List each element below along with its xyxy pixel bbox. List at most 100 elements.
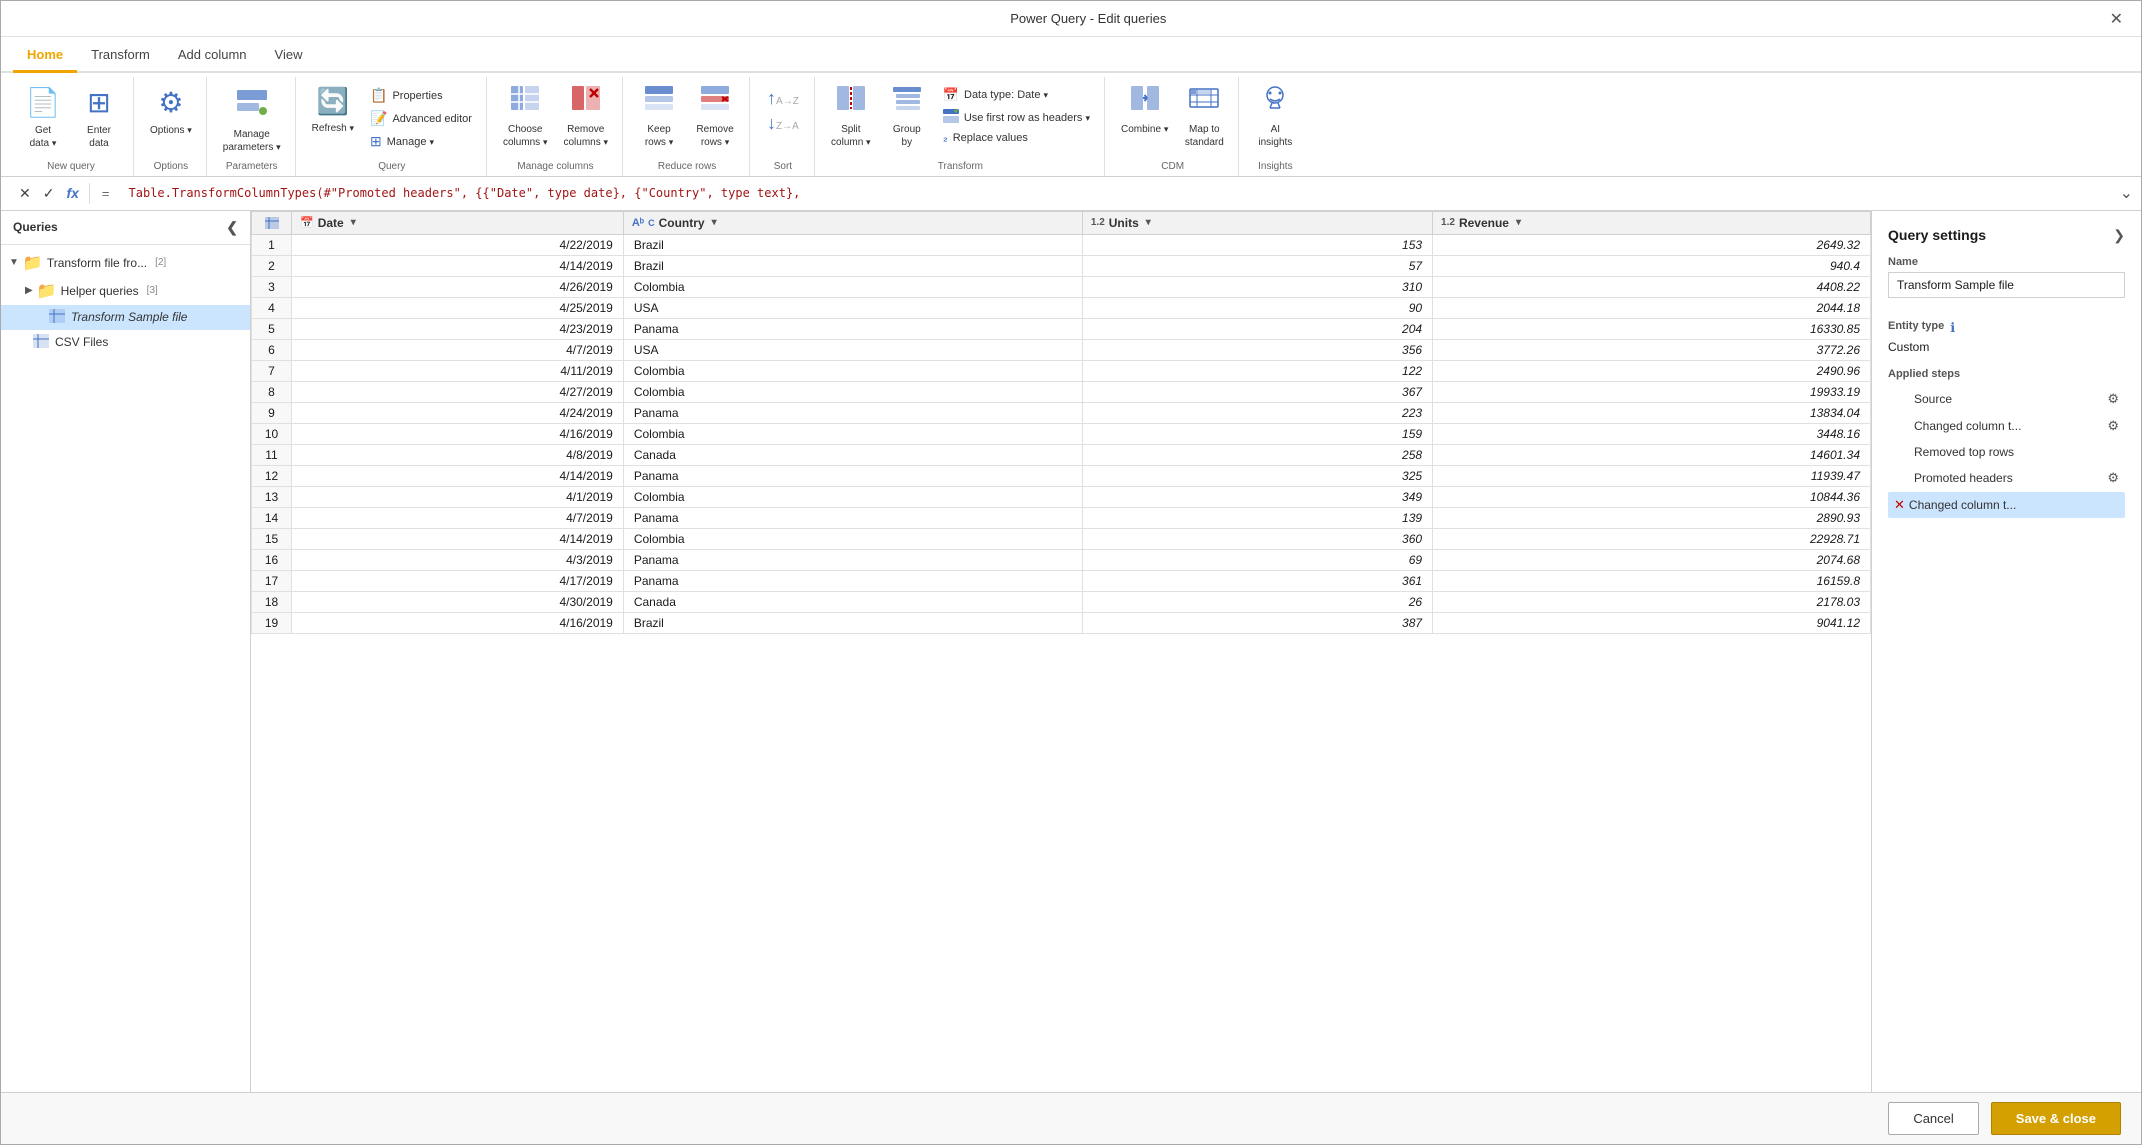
properties-button[interactable]: 📋 Properties <box>364 85 478 106</box>
sort-group-label: Sort <box>752 161 814 172</box>
keep-rows-label: Keeprows ▾ <box>645 123 673 149</box>
formula-fx-icon[interactable]: fx <box>62 183 82 203</box>
ribbon-items-new-query: 📄 Getdata ▾ ⊞ Enterdata <box>17 81 125 158</box>
table-row: 2 4/14/2019 Brazil 57 940.4 <box>252 255 1871 276</box>
cell-units: 356 <box>1082 339 1432 360</box>
ribbon-group-cdm: Combine ▾ Map tosta <box>1107 77 1239 176</box>
data-type-button[interactable]: 📅 Data type: Date ▾ <box>937 85 1096 105</box>
col-header-date[interactable]: 📅 Date ▾ <box>292 211 624 234</box>
step-item-removed-top[interactable]: Removed top rows <box>1888 440 2125 464</box>
cell-revenue: 2890.93 <box>1433 507 1871 528</box>
tab-transform[interactable]: Transform <box>77 41 164 73</box>
country-filter-icon[interactable]: ▾ <box>709 216 720 229</box>
table-row: 8 4/27/2019 Colombia 367 19933.19 <box>252 381 1871 402</box>
settings-expand-icon[interactable]: ❯ <box>2113 227 2125 244</box>
name-input[interactable] <box>1888 272 2125 298</box>
col-header-country[interactable]: Aᵇ C Country ▾ <box>623 211 1082 234</box>
date-filter-icon[interactable]: ▾ <box>348 216 359 229</box>
info-icon[interactable]: ℹ <box>1950 320 1955 336</box>
advanced-editor-label: Advanced editor <box>392 113 472 125</box>
step-item-promoted-headers[interactable]: Promoted headers ⚙ <box>1888 465 2125 491</box>
col-header-units[interactable]: 1.2 Units ▾ <box>1082 211 1432 234</box>
query-transform-sample[interactable]: Transform Sample file <box>1 305 250 330</box>
combine-button[interactable]: Combine ▾ <box>1115 81 1174 140</box>
formula-confirm-icon[interactable]: ✓ <box>39 183 59 204</box>
cell-units: 367 <box>1082 381 1432 402</box>
get-data-button[interactable]: 📄 Getdata ▾ <box>17 81 69 154</box>
refresh-button[interactable]: 🔄 Refresh ▾ <box>306 81 360 159</box>
row-number: 8 <box>252 381 292 402</box>
replace-values-button[interactable]: ₂ Replace values <box>937 130 1096 146</box>
cell-revenue: 3448.16 <box>1433 423 1871 444</box>
formula-expand-icon[interactable]: ⌄ <box>2120 183 2133 203</box>
step-gear-promoted-headers[interactable]: ⚙ <box>2107 470 2119 486</box>
table-row: 18 4/30/2019 Canada 26 2178.03 <box>252 591 1871 612</box>
save-close-button[interactable]: Save & close <box>1991 1102 2121 1135</box>
queries-collapse-icon[interactable]: ❮ <box>226 219 238 236</box>
row-number: 5 <box>252 318 292 339</box>
data-type-label: Data type: Date ▾ <box>964 89 1048 101</box>
query-csv-files[interactable]: CSV Files <box>1 330 250 355</box>
map-to-standard-button[interactable]: Map tostandard <box>1178 81 1230 153</box>
manage-params-button[interactable]: Manageparameters ▾ <box>217 81 287 158</box>
row-number: 11 <box>252 444 292 465</box>
main-content: Queries ❮ ▼ 📁 Transform file fro... [2] … <box>1 211 2141 1092</box>
manage-button[interactable]: ⊞ Manage ▾ <box>364 131 478 152</box>
sort-buttons: ↑A→Z ↓Z→A <box>760 81 806 141</box>
cell-units: 387 <box>1082 612 1432 633</box>
units-filter-icon[interactable]: ▾ <box>1143 216 1154 229</box>
col-header-revenue[interactable]: 1.2 Revenue ▾ <box>1433 211 1871 234</box>
entity-type-value: Custom <box>1888 340 2125 354</box>
cell-date: 4/14/2019 <box>292 528 624 549</box>
ai-insights-button[interactable]: AIinsights <box>1249 81 1301 153</box>
step-item-source[interactable]: Source ⚙ <box>1888 386 2125 412</box>
keep-rows-button[interactable]: Keeprows ▾ <box>633 81 685 153</box>
step-label-source: Source <box>1914 392 1952 406</box>
remove-rows-button[interactable]: Removerows ▾ <box>689 81 741 153</box>
cancel-button[interactable]: Cancel <box>1888 1102 1978 1135</box>
cell-units: 90 <box>1082 297 1432 318</box>
cell-date: 4/23/2019 <box>292 318 624 339</box>
split-column-button[interactable]: Splitcolumn ▾ <box>825 81 877 173</box>
sort-asc-button[interactable]: ↑A→Z <box>764 87 802 110</box>
formula-cancel-icon[interactable]: ✕ <box>15 183 35 204</box>
step-item-changed-col-t2[interactable]: ✕ Changed column t... <box>1888 492 2125 518</box>
ai-insights-icon <box>1260 85 1290 120</box>
step-delete-changed-col-t2[interactable]: ✕ <box>1894 497 1905 513</box>
table-row: 6 4/7/2019 USA 356 3772.26 <box>252 339 1871 360</box>
revenue-filter-icon[interactable]: ▾ <box>1513 216 1524 229</box>
choose-columns-label: Choosecolumns ▾ <box>503 123 548 149</box>
options-button[interactable]: ⚙ Options ▾ <box>144 81 198 141</box>
cell-revenue: 9041.12 <box>1433 612 1871 633</box>
sort-desc-button[interactable]: ↓Z→A <box>764 112 802 135</box>
step-gear-changed-col-t1[interactable]: ⚙ <box>2107 418 2119 434</box>
units-type-icon: 1.2 <box>1091 217 1105 228</box>
group-by-button[interactable]: Groupby <box>881 81 933 173</box>
step-item-changed-col-t1[interactable]: Changed column t... ⚙ <box>1888 413 2125 439</box>
group-helper-queries[interactable]: ▶ 📁 Helper queries [3] <box>1 277 250 305</box>
data-grid-wrapper[interactable]: 📅 Date ▾ Aᵇ C Country ▾ <box>251 211 1871 1092</box>
cell-revenue: 14601.34 <box>1433 444 1871 465</box>
group-transform-file[interactable]: ▼ 📁 Transform file fro... [2] <box>1 249 250 277</box>
step-left-changed-col-t1: Changed column t... <box>1894 419 2021 433</box>
entity-type-section: Entity type ℹ Custom <box>1888 320 2125 354</box>
combine-label: Combine ▾ <box>1121 123 1168 136</box>
row-number: 2 <box>252 255 292 276</box>
choose-columns-button[interactable]: Choosecolumns ▾ <box>497 81 554 153</box>
formula-input[interactable]: Table.TransformColumnTypes(#"Promoted he… <box>122 183 2112 203</box>
tab-add-column[interactable]: Add column <box>164 41 261 73</box>
first-row-headers-button[interactable]: Use first row as headers ▾ <box>937 107 1096 128</box>
step-gear-source[interactable]: ⚙ <box>2107 391 2119 407</box>
tab-home[interactable]: Home <box>13 41 77 73</box>
cell-revenue: 19933.19 <box>1433 381 1871 402</box>
advanced-editor-button[interactable]: 📝 Advanced editor <box>364 108 478 129</box>
remove-columns-button[interactable]: Removecolumns ▾ <box>557 81 614 153</box>
tab-view[interactable]: View <box>261 41 317 73</box>
ribbon-group-transform: Splitcolumn ▾ Groupby � <box>817 77 1105 176</box>
close-button[interactable]: ✕ <box>2104 9 2129 29</box>
transform-group-label: Transform <box>817 161 1104 172</box>
enter-data-button[interactable]: ⊞ Enterdata <box>73 81 125 154</box>
cell-units: 204 <box>1082 318 1432 339</box>
cell-revenue: 4408.22 <box>1433 276 1871 297</box>
table-row: 3 4/26/2019 Colombia 310 4408.22 <box>252 276 1871 297</box>
